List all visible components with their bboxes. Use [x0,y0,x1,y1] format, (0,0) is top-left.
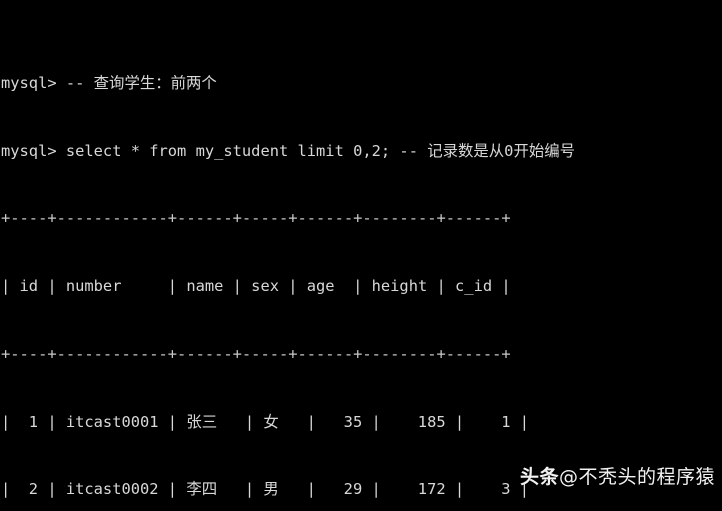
watermark-handle: @不秃头的程序猿 [558,466,715,488]
terminal-line: mysql> -- 查询学生：前两个 [1,72,722,95]
terminal-line: mysql> select * from my_student limit 0,… [1,140,722,163]
prompt-sql-line-1: mysql> select * from my_student limit 0,… [1,141,576,160]
table-row: | 1 | itcast0001 | 张三 | 女 | 35 | 185 | 1… [1,412,530,431]
terminal-screen: mysql> -- 查询学生：前两个 mysql> select * from … [0,0,722,511]
watermark-brand: 头条 [519,466,559,488]
table-rule-top-1: +----+------------+------+-----+------+-… [1,209,511,228]
watermark: 头条@不秃头的程序猿 [520,462,715,489]
prompt-comment-line-1: mysql> -- 查询学生：前两个 [1,73,217,92]
table-rule-mid-1: +----+------------+------+-----+------+-… [1,344,511,363]
terminal-output[interactable]: mysql> -- 查询学生：前两个 mysql> select * from … [0,0,722,511]
table-header-1: | id | number | name | sex | age | heigh… [1,277,511,296]
